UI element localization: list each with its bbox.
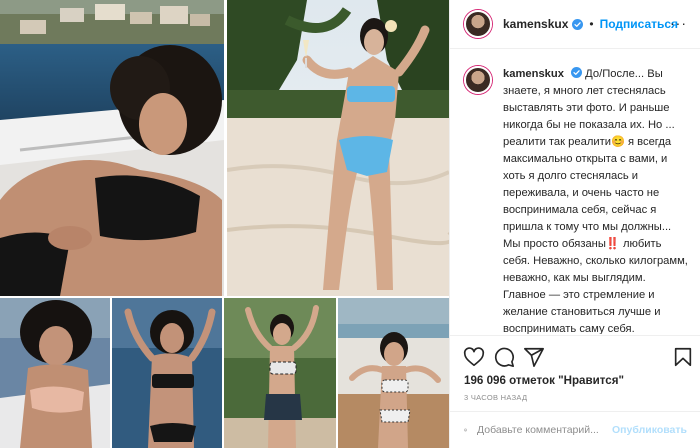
post-side-panel: kamenskux • Подписаться ··· kamenskux До… <box>449 0 700 448</box>
post-comment-button[interactable]: Опубликовать <box>612 424 687 436</box>
caption-text: До/После... Вы знаете, я много лет стесн… <box>503 68 688 334</box>
photo-after-stripes <box>338 298 449 448</box>
heart-icon[interactable] <box>463 346 485 368</box>
separator-dot: • <box>589 17 594 31</box>
verified-badge-icon <box>572 18 584 30</box>
avatar[interactable] <box>464 10 492 38</box>
post-header: kamenskux • Подписаться ··· <box>450 0 700 49</box>
caption-avatar[interactable] <box>464 66 492 94</box>
caption-username[interactable]: kamenskux <box>503 68 564 80</box>
comment-icon[interactable] <box>493 346 515 368</box>
photo-before-bikini <box>112 298 222 448</box>
likes-count[interactable]: 196 096 отметок "Нравится" <box>464 374 624 387</box>
share-icon[interactable] <box>523 346 545 368</box>
comment-input[interactable] <box>477 424 613 436</box>
bookmark-icon[interactable] <box>672 346 694 368</box>
comment-bar: Опубликовать <box>450 411 700 448</box>
photo-before-boat-hat <box>0 298 110 448</box>
follow-button[interactable]: Подписаться <box>600 17 678 31</box>
post-timestamp[interactable]: 3 ЧАСОВ НАЗАД <box>464 393 527 402</box>
photo-before-yacht <box>0 0 224 296</box>
verified-badge-icon <box>571 67 583 78</box>
emoji-icon[interactable] <box>464 419 467 441</box>
photo-after-pool <box>224 298 336 448</box>
photo-after-beach <box>227 0 449 296</box>
caption-area: kamenskux До/После... Вы знаете, я много… <box>450 50 700 334</box>
caption-text-block: kamenskux До/После... Вы знаете, я много… <box>503 66 689 334</box>
username-link[interactable]: kamenskux <box>503 17 568 31</box>
post-photo-collage[interactable] <box>0 0 449 448</box>
more-icon[interactable]: ··· <box>670 16 687 30</box>
action-bar <box>450 335 700 375</box>
